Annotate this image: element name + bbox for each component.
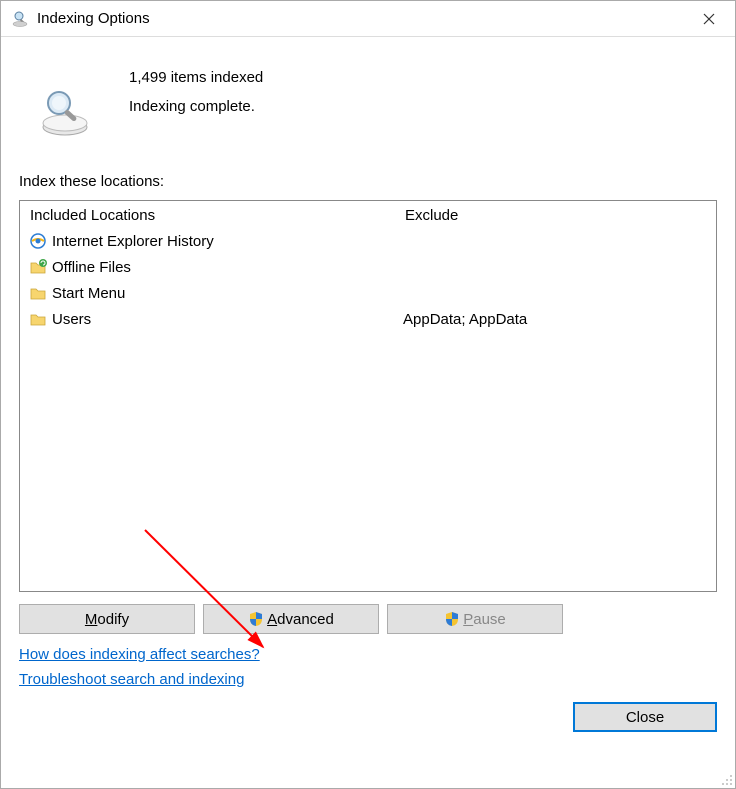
window-root: Indexing Options 1,499 items indexed (0, 0, 736, 789)
folder-icon (28, 309, 48, 329)
list-item[interactable]: Internet Explorer History (28, 228, 387, 254)
pause-button: Pause (387, 604, 563, 634)
advanced-button[interactable]: Advanced (203, 604, 379, 634)
magnifier-drive-icon (37, 85, 93, 141)
list-item[interactable]: Users (28, 306, 387, 332)
links-area: How does indexing affect searches? Troub… (19, 646, 717, 696)
troubleshoot-link[interactable]: Troubleshoot search and indexing (19, 671, 244, 688)
ie-icon (28, 231, 48, 251)
how-affect-link[interactable]: How does indexing affect searches? (19, 646, 260, 663)
list-item-label: Users (52, 311, 91, 328)
resize-grip[interactable] (719, 772, 733, 786)
list-item-label: Start Menu (52, 285, 125, 302)
window-title: Indexing Options (37, 10, 150, 27)
column-header-included: Included Locations (28, 207, 387, 224)
items-indexed-text: 1,499 items indexed (129, 69, 263, 86)
list-item[interactable]: Offline Files (28, 254, 387, 280)
list-item-label: Offline Files (52, 259, 131, 276)
titlebar: Indexing Options (1, 1, 735, 37)
indexing-options-icon (11, 10, 29, 28)
shield-icon (248, 611, 264, 627)
column-header-exclude: Exclude (403, 207, 708, 224)
exclude-cell: AppData; AppData (403, 306, 708, 332)
folder-icon (28, 283, 48, 303)
folder-sync-icon (28, 257, 48, 277)
exclude-cell (403, 228, 708, 254)
locations-label: Index these locations: (19, 173, 717, 190)
bottom-row: Close (19, 702, 717, 732)
list-item[interactable]: Start Menu (28, 280, 387, 306)
list-item-label: Internet Explorer History (52, 233, 214, 250)
buttons-row: Modify Advanced (19, 604, 717, 634)
status-area: 1,499 items indexed Indexing complete. (19, 55, 717, 163)
shield-icon (444, 611, 460, 627)
content-area: 1,499 items indexed Indexing complete. I… (1, 37, 735, 788)
modify-button[interactable]: Modify (19, 604, 195, 634)
close-icon[interactable] (686, 4, 731, 34)
locations-list: Included Locations Internet Explorer His… (19, 200, 717, 592)
indexing-state-text: Indexing complete. (129, 98, 263, 115)
exclude-cell (403, 280, 708, 306)
exclude-cell (403, 254, 708, 280)
close-button[interactable]: Close (573, 702, 717, 732)
